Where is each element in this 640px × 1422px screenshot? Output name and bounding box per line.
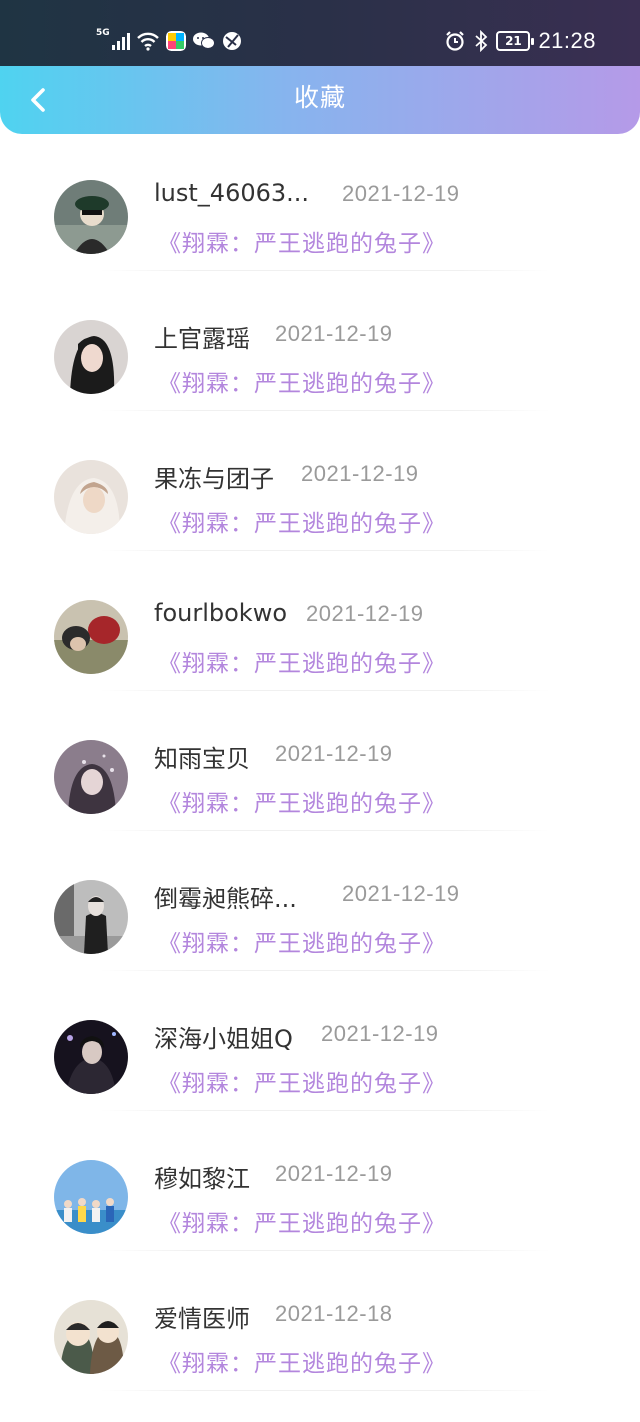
- list-item[interactable]: fourlbokwo 2021-12-19 《翔霖：严王逃跑的兔子》: [0, 565, 640, 705]
- avatar[interactable]: [54, 320, 128, 394]
- user-name: 知雨宝贝: [154, 745, 250, 773]
- book-title[interactable]: 《翔霖：严王逃跑的兔子》: [158, 504, 446, 538]
- avatar[interactable]: [54, 180, 128, 254]
- avatar[interactable]: [54, 1160, 128, 1234]
- avatar[interactable]: [54, 600, 128, 674]
- divider: [100, 410, 550, 411]
- favorite-date: 2021-12-19: [342, 181, 460, 206]
- user-name: 倒霉昶熊碎...: [154, 885, 297, 913]
- clock: 21:28: [538, 28, 596, 53]
- list-item[interactable]: 深海小姐姐Q 2021-12-19 《翔霖：严王逃跑的兔子》: [0, 985, 640, 1125]
- nav-header: 收藏: [0, 66, 640, 134]
- user-name: lust_46063...: [154, 179, 310, 207]
- battery-icon: 21: [496, 31, 535, 51]
- app-notification-icon: [165, 31, 186, 51]
- divider: [100, 550, 550, 551]
- divider: [100, 1110, 550, 1111]
- favorite-date: 2021-12-19: [275, 741, 393, 766]
- avatar[interactable]: [54, 740, 128, 814]
- avatar[interactable]: [54, 1020, 128, 1094]
- user-name: fourlbokwo: [154, 599, 288, 627]
- favorite-date: 2021-12-19: [275, 321, 393, 346]
- favorites-list: lust_46063... 2021-12-19 《翔霖：严王逃跑的兔子》 上官…: [0, 145, 640, 1405]
- page-title: 收藏: [293, 83, 346, 112]
- divider: [100, 690, 550, 691]
- signal-icon: [111, 32, 130, 50]
- user-name: 深海小姐姐Q: [154, 1025, 293, 1053]
- divider: [100, 970, 550, 971]
- wechat-icon: [192, 32, 215, 49]
- list-item[interactable]: 穆如黎江 2021-12-19 《翔霖：严王逃跑的兔子》: [0, 1125, 640, 1265]
- book-title[interactable]: 《翔霖：严王逃跑的兔子》: [158, 924, 446, 958]
- book-title[interactable]: 《翔霖：严王逃跑的兔子》: [158, 1344, 446, 1378]
- book-title[interactable]: 《翔霖：严王逃跑的兔子》: [158, 1204, 446, 1238]
- alarm-icon: [446, 31, 465, 51]
- user-name: 上官露瑶: [154, 325, 250, 353]
- user-name: 爱情医师: [154, 1305, 250, 1333]
- avatar[interactable]: [54, 460, 128, 534]
- favorite-date: 2021-12-19: [301, 461, 419, 486]
- wifi-icon: [136, 32, 159, 51]
- list-item[interactable]: 倒霉昶熊碎... 2021-12-19 《翔霖：严王逃跑的兔子》: [0, 845, 640, 985]
- list-item[interactable]: 果冻与团子 2021-12-19 《翔霖：严王逃跑的兔子》: [0, 425, 640, 565]
- user-name: 穆如黎江: [154, 1165, 250, 1193]
- bluetooth-icon: [475, 30, 488, 52]
- favorite-date: 2021-12-19: [275, 1161, 393, 1186]
- list-item[interactable]: lust_46063... 2021-12-19 《翔霖：严王逃跑的兔子》: [0, 145, 640, 285]
- divider: [100, 1390, 550, 1391]
- list-item[interactable]: 爱情医师 2021-12-18 《翔霖：严王逃跑的兔子》: [0, 1265, 640, 1405]
- divider: [100, 1250, 550, 1251]
- list-item[interactable]: 知雨宝贝 2021-12-19 《翔霖：严王逃跑的兔子》: [0, 705, 640, 845]
- avatar[interactable]: [54, 1300, 128, 1374]
- divider: [100, 830, 550, 831]
- list-item[interactable]: 上官露瑶 2021-12-19 《翔霖：严王逃跑的兔子》: [0, 285, 640, 425]
- book-title[interactable]: 《翔霖：严王逃跑的兔子》: [158, 224, 446, 258]
- avatar[interactable]: [54, 880, 128, 954]
- divider: [100, 270, 550, 271]
- favorite-date: 2021-12-19: [306, 601, 424, 626]
- network-type: 5G: [96, 28, 110, 38]
- browser-icon: [222, 32, 241, 50]
- book-title[interactable]: 《翔霖：严王逃跑的兔子》: [158, 364, 446, 398]
- book-title[interactable]: 《翔霖：严王逃跑的兔子》: [158, 784, 446, 818]
- user-name: 果冻与团子: [154, 465, 274, 493]
- favorite-date: 2021-12-18: [275, 1301, 393, 1326]
- status-right: 21 21:28: [444, 26, 596, 56]
- favorite-date: 2021-12-19: [342, 881, 460, 906]
- book-title[interactable]: 《翔霖：严王逃跑的兔子》: [158, 644, 446, 678]
- favorite-date: 2021-12-19: [321, 1021, 439, 1046]
- book-title[interactable]: 《翔霖：严王逃跑的兔子》: [158, 1064, 446, 1098]
- status-left: 5G: [96, 28, 242, 54]
